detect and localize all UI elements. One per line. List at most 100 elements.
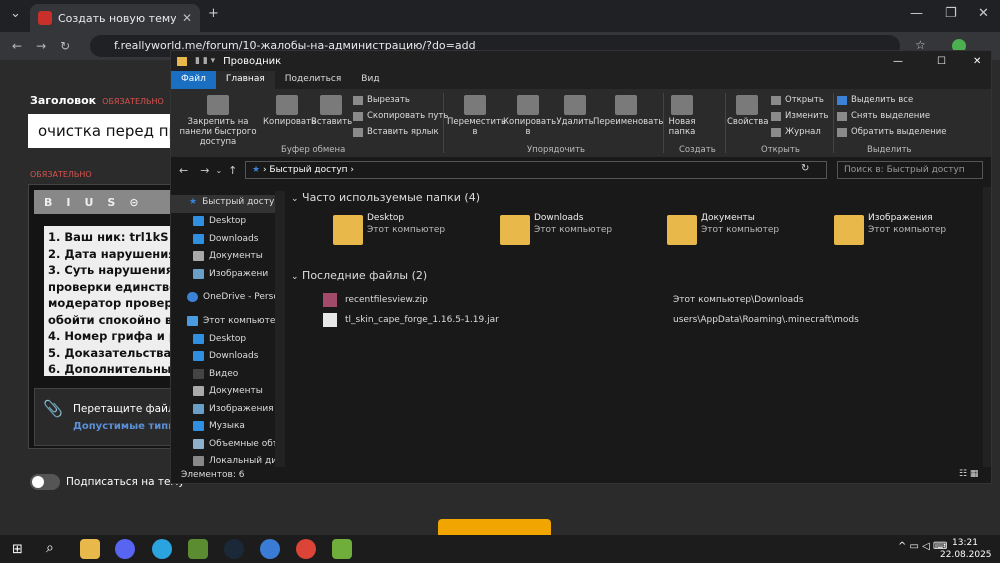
copy-button[interactable]: Копировать bbox=[263, 95, 316, 127]
copy-path-icon bbox=[353, 111, 363, 121]
nav-3d-objects[interactable]: Объемные объ bbox=[193, 439, 285, 449]
invert-selection-button[interactable]: Обратить выделение bbox=[837, 127, 946, 137]
tab-list-icon[interactable]: ⌄ bbox=[10, 6, 21, 21]
new-tab-button[interactable]: + bbox=[208, 6, 219, 21]
nav-music[interactable]: Музыка bbox=[193, 421, 285, 431]
minimize-icon[interactable]: — bbox=[893, 56, 903, 67]
new-folder-icon bbox=[671, 95, 693, 115]
history-button[interactable]: Журнал bbox=[771, 127, 821, 137]
upload-dropzone[interactable]: 📎 Перетащите файлы Допустимые типы ф bbox=[34, 388, 191, 446]
properties-button[interactable]: Свойства bbox=[727, 95, 769, 127]
select-none-button[interactable]: Снять выделение bbox=[837, 111, 930, 121]
folder-icon bbox=[834, 215, 864, 245]
tab-home[interactable]: Главная bbox=[215, 71, 275, 89]
folder-pictures[interactable]: Изображения Этот компьютер bbox=[834, 213, 994, 253]
folder-desktop[interactable]: Desktop Этот компьютер bbox=[333, 213, 493, 253]
new-folder-button[interactable]: Новая папка bbox=[665, 95, 699, 137]
properties-icon bbox=[736, 95, 758, 115]
back-icon[interactable]: ← bbox=[12, 39, 22, 53]
italic-button[interactable]: I bbox=[66, 196, 70, 209]
cut-button[interactable]: Вырезать bbox=[353, 95, 410, 105]
delete-button[interactable]: Удалить bbox=[555, 95, 595, 127]
subscribe-label: Подписаться на тему bbox=[66, 476, 185, 488]
link-icon[interactable]: ⊝ bbox=[129, 196, 138, 209]
view-toggle-icons[interactable]: ☷ ▦ bbox=[959, 469, 978, 479]
frequent-folders-header[interactable]: ⌄ Часто используемые папки (4) bbox=[291, 191, 480, 204]
browser-tab[interactable]: Создать новую тему - ReallyW ✕ bbox=[30, 4, 200, 32]
nav-pc-documents[interactable]: Документы bbox=[193, 386, 285, 396]
nav-quick-access[interactable]: ★ Быстрый доступ bbox=[189, 197, 285, 207]
minimize-icon[interactable]: — bbox=[910, 6, 923, 21]
tab-share[interactable]: Поделиться bbox=[275, 71, 352, 89]
copy-path-button[interactable]: Скопировать путь bbox=[353, 111, 448, 121]
nav-local-disk[interactable]: Локальный дис bbox=[193, 456, 285, 466]
rename-button[interactable]: Переименовать bbox=[593, 95, 663, 127]
close-tab-icon[interactable]: ✕ bbox=[182, 11, 192, 25]
move-to-button[interactable]: Переместить в bbox=[447, 95, 506, 137]
minecraft-icon[interactable] bbox=[188, 539, 208, 559]
steam-icon[interactable] bbox=[224, 539, 244, 559]
folder-downloads[interactable]: Downloads Этот компьютер bbox=[500, 213, 660, 253]
telegram-icon[interactable] bbox=[152, 539, 172, 559]
start-icon[interactable]: ⊞ bbox=[12, 542, 23, 557]
nav-pc-pictures[interactable]: Изображения bbox=[193, 404, 285, 414]
recent-file-row[interactable]: recentfilesview.zip Этот компьютер\Downlo… bbox=[323, 291, 963, 309]
nav-downloads[interactable]: Downloads📌 bbox=[193, 234, 285, 244]
maximize-icon[interactable]: ☐ bbox=[937, 56, 946, 67]
copy-to-button[interactable]: Копировать в bbox=[503, 95, 556, 137]
nav-this-pc[interactable]: Этот компьютер bbox=[187, 316, 285, 326]
tab-file[interactable]: Файл bbox=[171, 71, 216, 89]
search-icon[interactable]: ⌕ bbox=[46, 540, 54, 556]
recent-locations-icon[interactable]: ⌄ bbox=[215, 166, 222, 175]
subscribe-toggle[interactable] bbox=[30, 474, 60, 490]
nav-onedrive[interactable]: OneDrive - Persor bbox=[187, 292, 285, 302]
pin-quick-access-button[interactable]: Закрепить на панели быстрого доступа bbox=[173, 95, 263, 147]
recent-files-header[interactable]: ⌄ Последние файлы (2) bbox=[291, 269, 427, 282]
back-icon[interactable]: ← bbox=[179, 164, 188, 177]
cloud-icon bbox=[187, 292, 198, 302]
nav-scrollbar[interactable] bbox=[275, 191, 285, 467]
up-icon[interactable]: ↑ bbox=[228, 164, 237, 177]
music-icon bbox=[193, 421, 204, 431]
chrome-icon[interactable] bbox=[296, 539, 316, 559]
edit-button[interactable]: Изменить bbox=[771, 111, 829, 121]
minecraft-launcher-icon[interactable] bbox=[332, 539, 352, 559]
open-button[interactable]: Открыть bbox=[771, 95, 824, 105]
editor-content[interactable]: 1. Ваш ник: trl1kS 2. Дата нарушения:2( … bbox=[44, 226, 179, 376]
folder-icon bbox=[333, 215, 363, 245]
forward-icon[interactable]: → bbox=[36, 39, 46, 53]
folder-documents[interactable]: Документы Этот компьютер bbox=[667, 213, 827, 253]
explorer-taskbar-icon[interactable] bbox=[80, 539, 100, 559]
nav-pictures[interactable]: Изображени📌 bbox=[193, 269, 285, 279]
refresh-icon[interactable]: ↻ bbox=[801, 163, 809, 174]
discord-icon[interactable] bbox=[115, 539, 135, 559]
title-input[interactable]: очистка перед пров bbox=[28, 114, 188, 148]
nav-video[interactable]: Видео bbox=[193, 369, 285, 379]
explorer-address-bar[interactable]: ★ › Быстрый доступ › bbox=[245, 161, 827, 179]
recent-file-row[interactable]: tl_skin_cape_forge_1.16.5-1.19.jar users\… bbox=[323, 311, 963, 329]
bold-button[interactable]: B bbox=[44, 196, 52, 209]
clock[interactable]: 13:21 22.08.2025 bbox=[940, 537, 992, 561]
underline-button[interactable]: U bbox=[84, 196, 93, 209]
maximize-icon[interactable]: ❐ bbox=[945, 6, 957, 21]
forward-icon[interactable]: → bbox=[200, 164, 209, 177]
explorer-search[interactable]: Поиск в: Быстрый доступ bbox=[837, 161, 983, 179]
reload-icon[interactable]: ↻ bbox=[60, 39, 70, 53]
select-all-button[interactable]: Выделить все bbox=[837, 95, 913, 105]
strike-button[interactable]: S bbox=[107, 196, 115, 209]
computer-icon bbox=[187, 316, 198, 326]
vpn-icon[interactable] bbox=[260, 539, 280, 559]
edit-icon bbox=[771, 111, 781, 121]
close-icon[interactable]: ✕ bbox=[973, 56, 981, 67]
paste-shortcut-button[interactable]: Вставить ярлык bbox=[353, 127, 439, 137]
tab-view[interactable]: Вид bbox=[351, 71, 389, 89]
nav-pc-downloads[interactable]: Downloads bbox=[193, 351, 285, 361]
rename-icon bbox=[615, 95, 637, 115]
nav-pc-desktop[interactable]: Desktop bbox=[193, 334, 285, 344]
content-scrollbar[interactable] bbox=[983, 187, 991, 467]
close-window-icon[interactable]: ✕ bbox=[978, 6, 989, 21]
nav-documents[interactable]: Документы📌 bbox=[193, 251, 285, 261]
nav-desktop[interactable]: Desktop📌 bbox=[193, 216, 285, 226]
paste-button[interactable]: Вставить bbox=[311, 95, 352, 127]
quick-access-toolbar-icon[interactable]: ▮ ▮ ▾ bbox=[195, 56, 215, 66]
